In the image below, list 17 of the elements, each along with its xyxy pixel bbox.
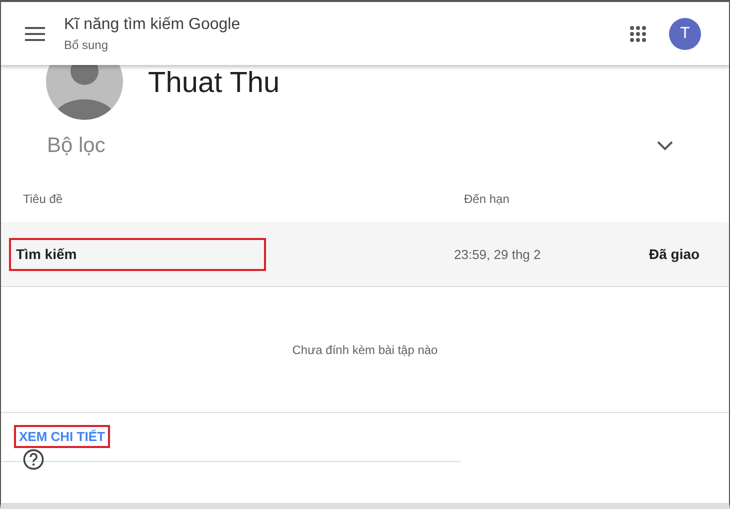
details-link[interactable]: XEM CHI TIẾT [19, 429, 105, 444]
due-date: 23:59, 29 thg 2 [454, 246, 542, 262]
assignment-title: Tìm kiếm [16, 246, 77, 262]
column-header: Đến hạn [464, 192, 510, 206]
column-header: Tiêu đề [23, 192, 64, 206]
student-name: Thuat Thu [148, 66, 280, 100]
account-avatar[interactable]: T [669, 18, 701, 50]
assignment-status: Đã giao [649, 246, 700, 262]
assignment-row[interactable]: Tìm kiếm 23:59, 29 thg 2 Đã giao [1, 222, 729, 287]
filter-label: Bộ lọc [47, 134, 106, 158]
empty-attachments-text: Chưa đính kèm bài tập nào [1, 287, 729, 413]
help-icon[interactable] [23, 449, 44, 470]
class-title: Kĩ năng tìm kiếm Google [64, 16, 242, 34]
menu-icon[interactable] [25, 26, 45, 40]
class-subtitle: Bổ sung [64, 38, 110, 52]
chevron-down-icon[interactable] [657, 141, 673, 151]
apps-grid-icon[interactable] [629, 24, 647, 42]
